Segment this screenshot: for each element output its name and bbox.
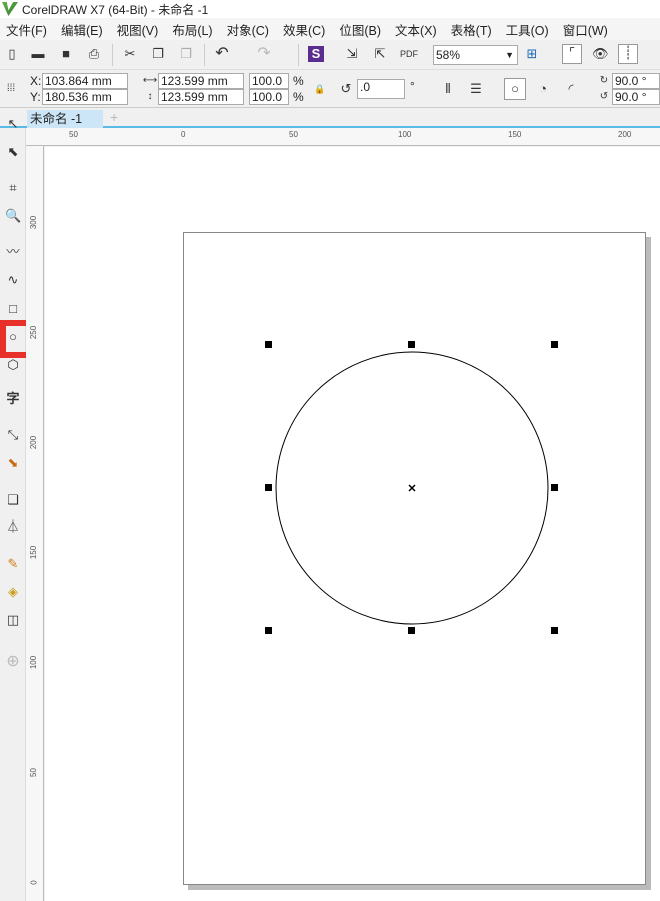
handle-bottom-left[interactable] bbox=[265, 627, 272, 634]
handle-top-right[interactable] bbox=[551, 341, 558, 348]
handle-bottom-right[interactable] bbox=[551, 627, 558, 634]
center-x-icon bbox=[408, 484, 416, 492]
handle-left[interactable] bbox=[265, 484, 272, 491]
handle-top-left[interactable] bbox=[265, 341, 272, 348]
handle-top[interactable] bbox=[408, 341, 415, 348]
selected-circle[interactable] bbox=[0, 0, 660, 901]
handle-right[interactable] bbox=[551, 484, 558, 491]
handle-bottom[interactable] bbox=[408, 627, 415, 634]
